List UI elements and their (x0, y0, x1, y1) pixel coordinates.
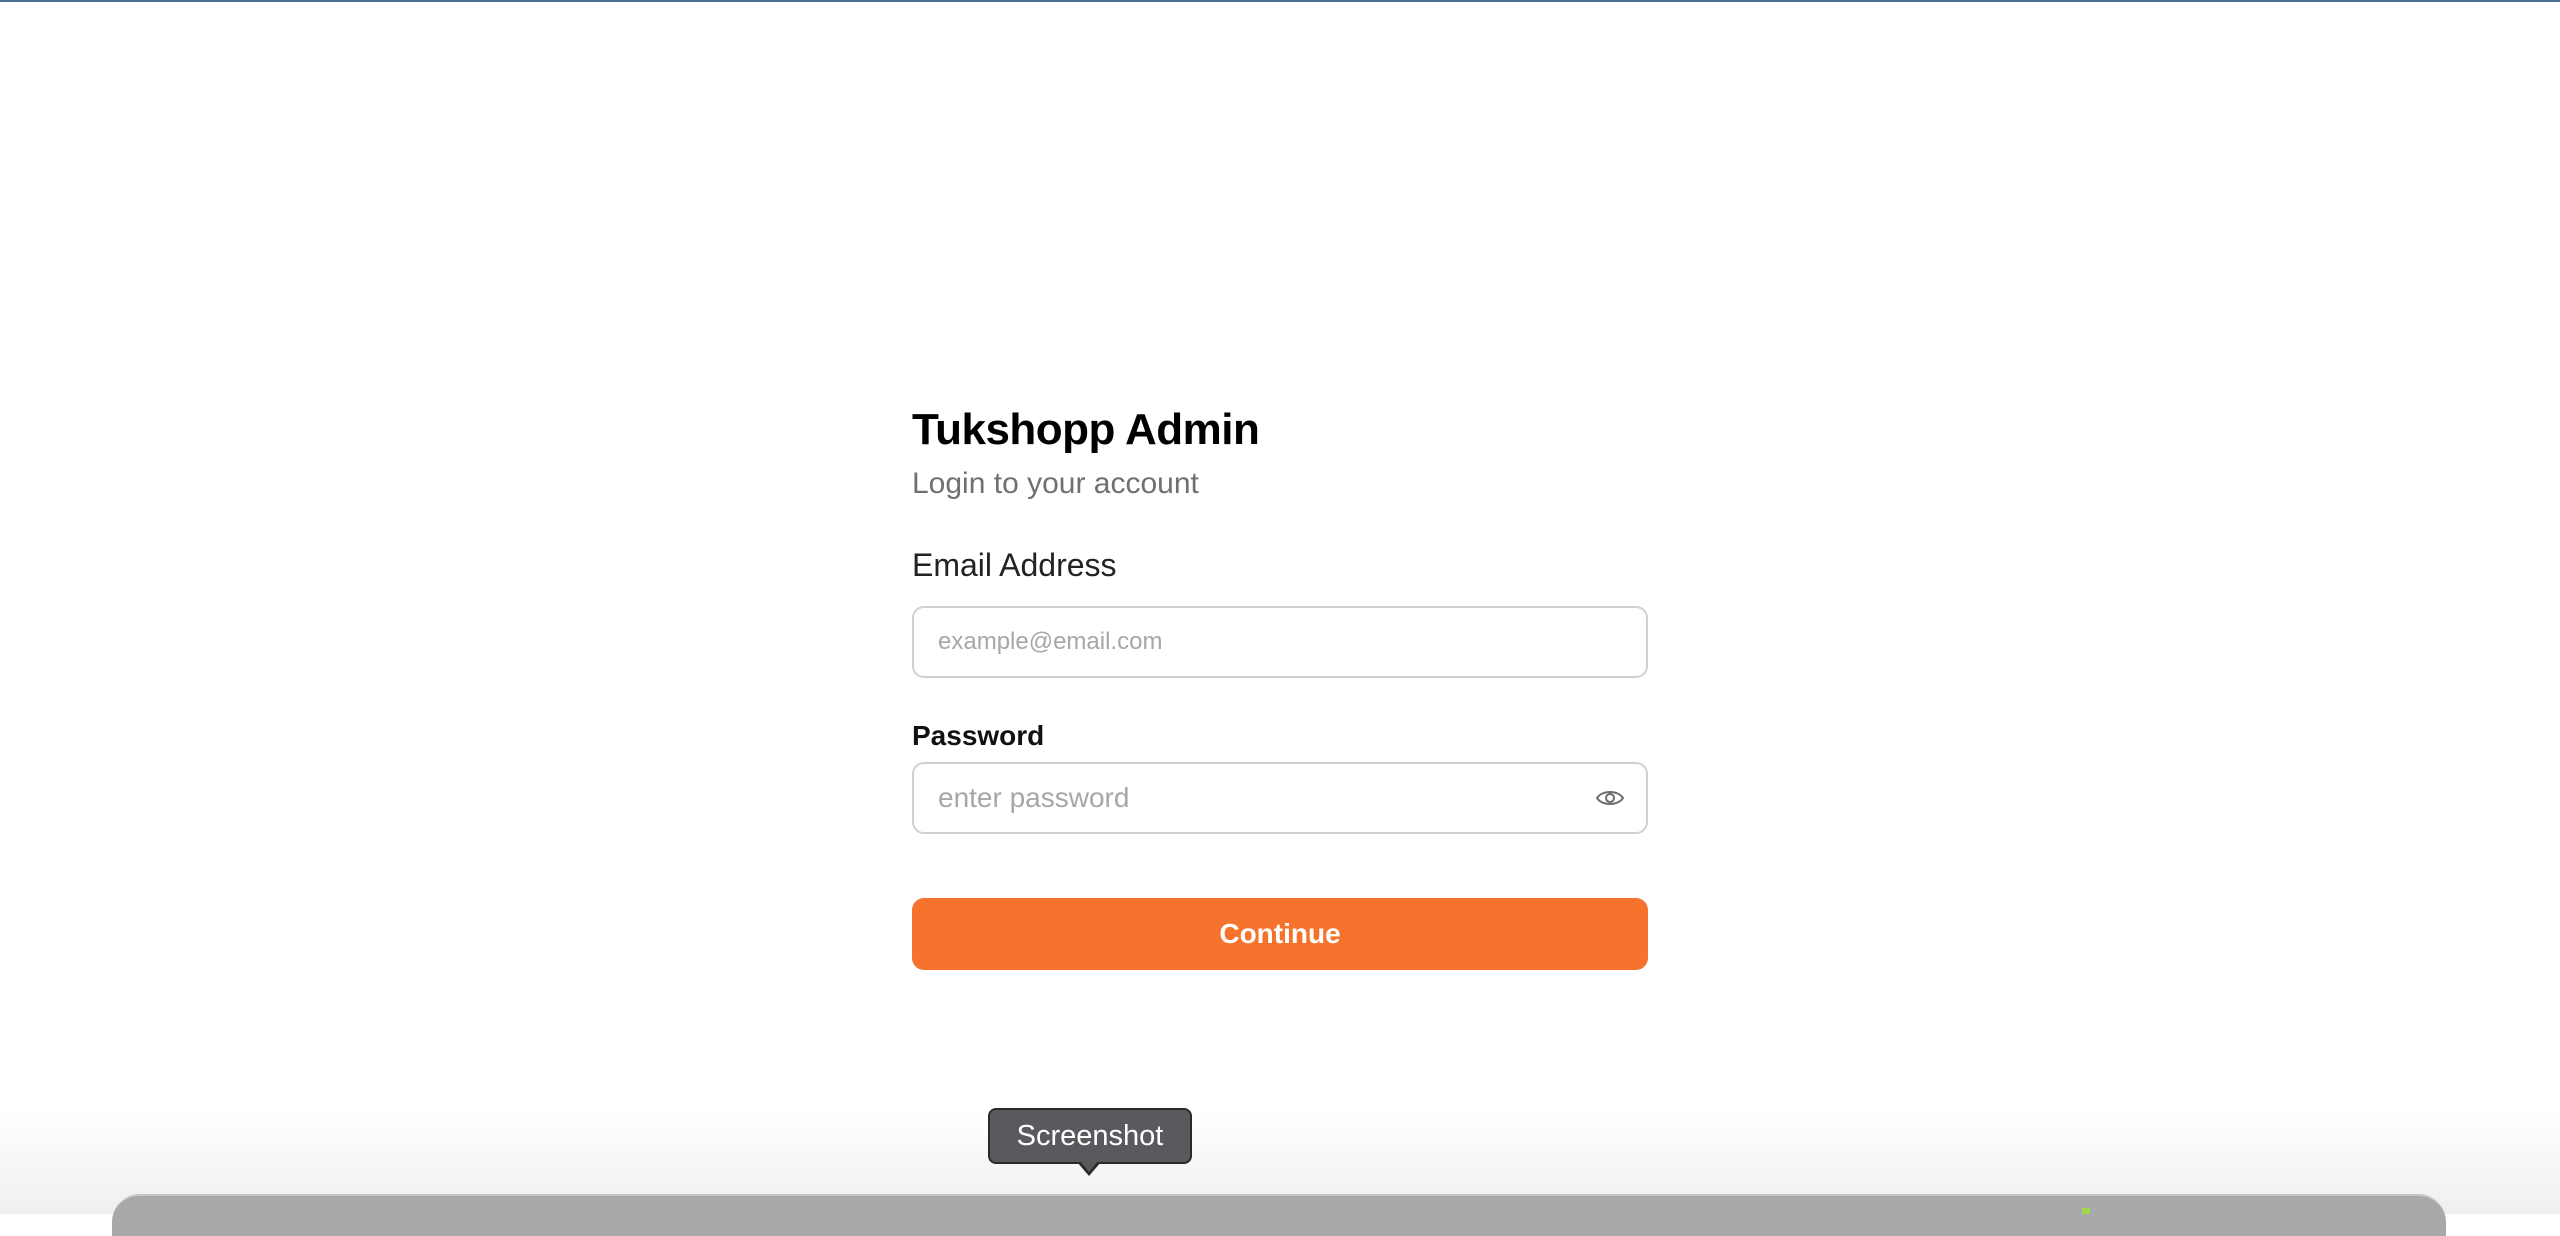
dock (112, 1194, 2446, 1236)
login-form: Tukshopp Admin Login to your account Ema… (912, 400, 1648, 970)
eye-icon[interactable] (1592, 780, 1628, 816)
email-field-container (912, 606, 1648, 678)
password-label: Password (912, 720, 1045, 751)
page-subtitle: Login to your account (912, 467, 1199, 500)
screenshot-tooltip: Screenshot (988, 1108, 1192, 1164)
top-border-line (0, 0, 2560, 2)
password-field[interactable] (914, 764, 1646, 832)
password-field-container (912, 762, 1648, 834)
email-label: Email Address (912, 547, 1117, 583)
continue-button[interactable]: Continue (912, 898, 1648, 970)
dock-indicator (2082, 1208, 2090, 1214)
page-title: Tukshopp Admin (912, 405, 1260, 454)
tooltip-arrow-inner (1080, 1161, 1098, 1172)
email-field[interactable] (914, 608, 1646, 676)
